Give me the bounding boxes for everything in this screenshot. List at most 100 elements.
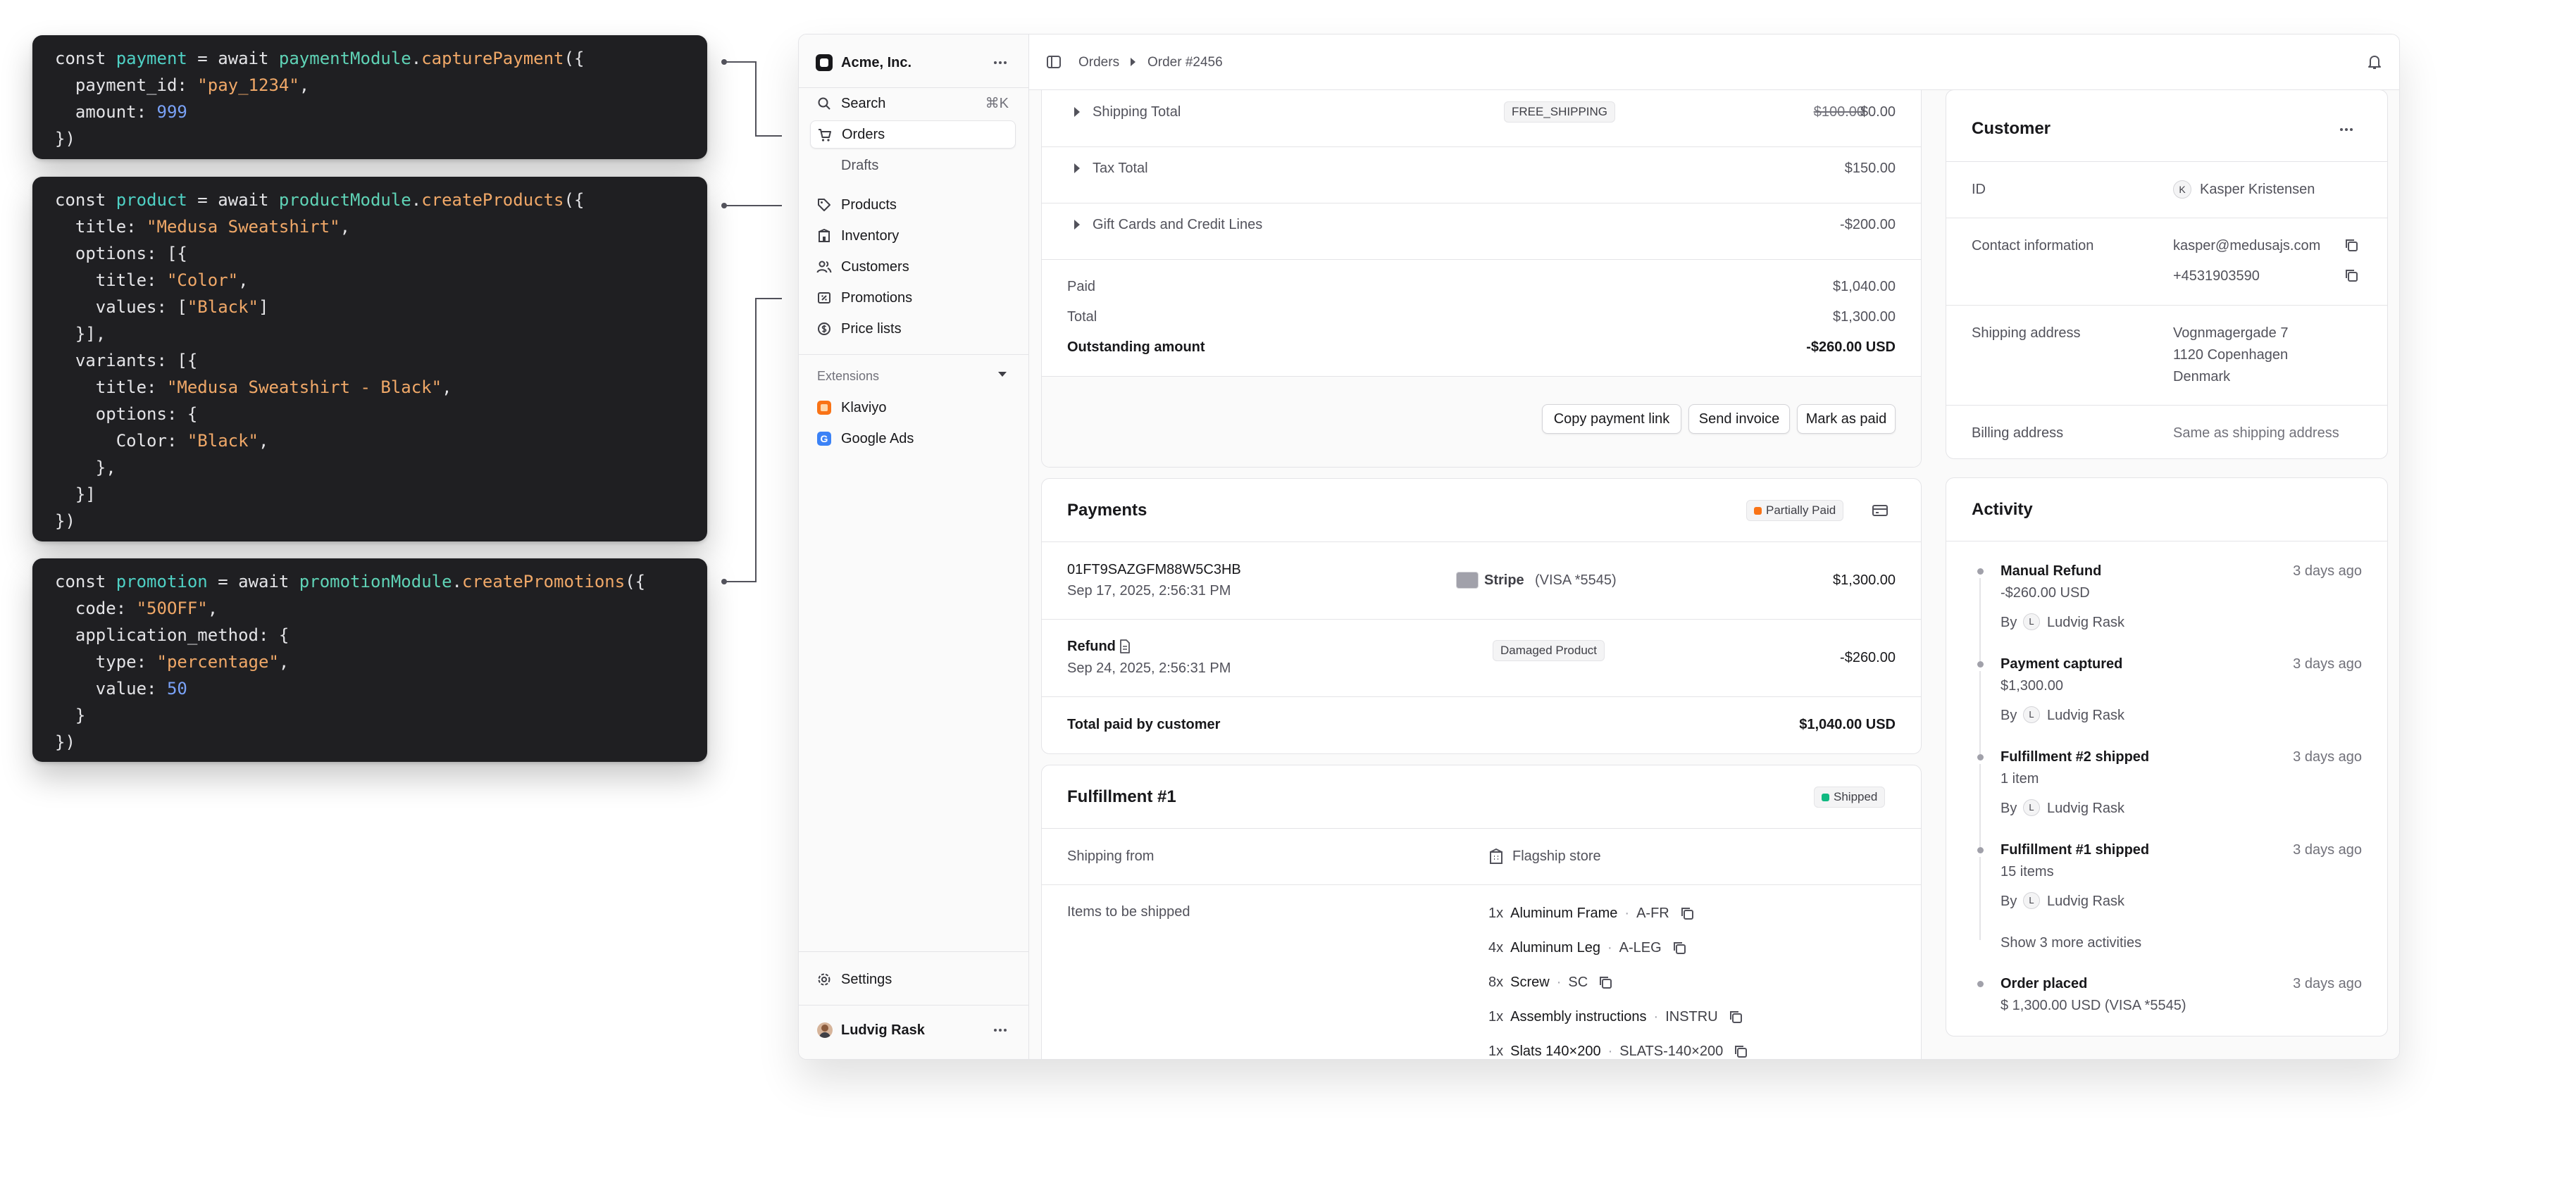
breadcrumb-orders[interactable]: Orders [1078, 54, 1119, 71]
copy-icon[interactable] [1733, 1044, 1748, 1059]
item-sku: INSTRU [1665, 1008, 1718, 1025]
currency-icon [818, 322, 830, 335]
total-value: $1,300.00 [1833, 309, 1896, 325]
copy-payment-link-button[interactable]: Copy payment link [1542, 404, 1681, 434]
item-name: Screw [1510, 974, 1550, 990]
user-menu[interactable]: Ludvig Rask [810, 1016, 1016, 1044]
shipping-from-value: Flagship store [1512, 848, 1601, 864]
summary-row-tax[interactable]: Tax Total $150.00 [1042, 147, 1921, 203]
activity-item: Manual Refund 3 days ago -$260.00 USD By L Lu… [1946, 563, 2387, 661]
total-paid-label: Total paid by customer [1067, 717, 1221, 732]
customer-avatar: K [2173, 180, 2191, 199]
activity-title-text: Manual Refund [2001, 563, 2102, 579]
activity-title-text: Payment captured [2001, 656, 2123, 672]
sidebar-item-customers[interactable]: Customers [810, 253, 1016, 281]
more-options-icon[interactable] [992, 56, 1009, 70]
customer-email: kasper@medusajs.com [2173, 238, 2321, 253]
activity-title-text: Order placed [2001, 976, 2088, 991]
item-qty: 8x [1488, 974, 1504, 990]
item-qty: 4x [1488, 939, 1504, 956]
connector-lines [721, 59, 782, 584]
mark-as-paid-button[interactable]: Mark as paid [1797, 404, 1896, 434]
activity-item: Order placed 3 days ago $ 1,300.00 USD (VI… [1946, 975, 2387, 1025]
sidebar-item-label: Klaviyo [841, 400, 887, 415]
payment-amount: $1,300.00 [1833, 572, 1896, 588]
copy-icon[interactable] [1679, 906, 1695, 921]
cart-icon [819, 129, 831, 142]
timeline-line [1979, 671, 1981, 754]
building-icon [819, 229, 830, 242]
avatar [817, 1022, 833, 1038]
copy-icon[interactable] [2344, 268, 2359, 283]
users-icon [816, 261, 832, 273]
activity-detail: -$260.00 USD [2001, 585, 2090, 601]
google-ads-logo-icon: G [817, 432, 831, 446]
outstanding-label: Outstanding amount [1067, 339, 1205, 355]
activity-item: Fulfillment #2 shipped 3 days ago 1 item By… [1946, 749, 2387, 847]
activity-by-label: By [2001, 894, 2017, 909]
summary-row-shipping[interactable]: Shipping Total FREE_SHIPPING $100.00 $0.… [1042, 91, 1921, 147]
sidebar-item-orders[interactable]: Orders [810, 120, 1016, 149]
timeline-dot [1977, 754, 1984, 760]
fulfillment-status-text: Shipped [1834, 790, 1878, 803]
item-sku: A-FR [1636, 905, 1669, 921]
document-icon[interactable] [1118, 639, 1132, 654]
copy-icon[interactable] [1672, 940, 1687, 956]
address-line-2: 1120 Copenhagen [2173, 347, 2289, 363]
customer-id-value[interactable]: Kasper Kristensen [2200, 181, 2315, 198]
activity-time: 3 days ago [2293, 976, 2362, 991]
stripe-card-icon [1456, 572, 1479, 589]
sidebar-item-settings[interactable]: Settings [810, 965, 1016, 994]
klaviyo-logo-icon [817, 401, 831, 415]
sidebar-item-label: Settings [841, 972, 892, 987]
sidebar-item-price-lists[interactable]: Price lists [810, 315, 1016, 343]
customer-phone: +4531903590 [2173, 268, 2260, 284]
activity-time: 3 days ago [2293, 749, 2362, 765]
credit-card-icon[interactable] [1872, 503, 1889, 518]
activity-title-text: Fulfillment #1 shipped [2001, 842, 2150, 858]
store-switcher[interactable]: Acme, Inc. [810, 49, 1016, 77]
summary-row-gift-cards[interactable]: Gift Cards and Credit Lines -$200.00 [1042, 203, 1921, 260]
activity-detail: 1 item [2001, 771, 2039, 787]
bell-icon[interactable] [2367, 54, 2382, 70]
status-dot [1754, 507, 1762, 515]
fulfillment-status-badge: Shipped [1814, 787, 1886, 808]
activity-time: 3 days ago [2293, 842, 2362, 858]
extensions-section-toggle[interactable]: Extensions [810, 363, 1016, 388]
billing-address-value: Same as shipping address [2173, 425, 2339, 441]
sidebar-toggle-icon[interactable] [1046, 54, 1062, 70]
sidebar-item-products[interactable]: Products [810, 191, 1016, 219]
building-icon [1490, 848, 1502, 864]
sidebar-search[interactable]: Search ⌘K [810, 89, 1016, 118]
activity-user-avatar: L [2023, 799, 2040, 816]
payments-title: Payments [1067, 501, 1147, 520]
more-options-icon[interactable] [992, 1023, 1009, 1037]
fulfillment-item-row: 1x Slats 140×200 · SLATS-140×200 [1488, 1041, 1748, 1059]
send-invoice-button[interactable]: Send invoice [1688, 404, 1790, 434]
copy-icon[interactable] [1598, 975, 1613, 990]
item-name: Aluminum Frame [1510, 905, 1618, 921]
sidebar-item-label: Orders [842, 127, 885, 142]
activity-time: 3 days ago [2293, 563, 2362, 579]
timeline-line [1979, 578, 1981, 661]
sidebar-item-drafts[interactable]: Drafts [810, 151, 1016, 180]
shipping-code-badge: FREE_SHIPPING [1504, 101, 1616, 123]
more-options-icon[interactable] [2338, 123, 2355, 137]
items-to-ship-label: Items to be shipped [1067, 904, 1190, 920]
copy-icon[interactable] [2344, 237, 2359, 253]
separator-dot: · [1607, 1043, 1613, 1059]
address-line-3: Denmark [2173, 369, 2231, 384]
copy-icon[interactable] [1728, 1009, 1743, 1025]
sidebar-item-label: Promotions [841, 290, 913, 306]
sidebar-item-inventory[interactable]: Inventory [810, 222, 1016, 250]
activity-user: Ludvig Rask [2047, 801, 2125, 816]
billing-address-label: Billing address [1972, 425, 2064, 441]
shipping-total-label: Shipping Total [1093, 104, 1181, 120]
show-more-activities-button[interactable]: Show 3 more activities [2001, 934, 2141, 951]
breadcrumb-order[interactable]: Order #2456 [1147, 54, 1223, 71]
sidebar-item-promotions[interactable]: Promotions [810, 284, 1016, 312]
customer-id-label: ID [1972, 182, 1986, 197]
tax-total-label: Tax Total [1093, 161, 1148, 176]
sidebar-item-google-ads[interactable]: G Google Ads [810, 425, 1016, 453]
sidebar-item-klaviyo[interactable]: Klaviyo [810, 394, 1016, 422]
